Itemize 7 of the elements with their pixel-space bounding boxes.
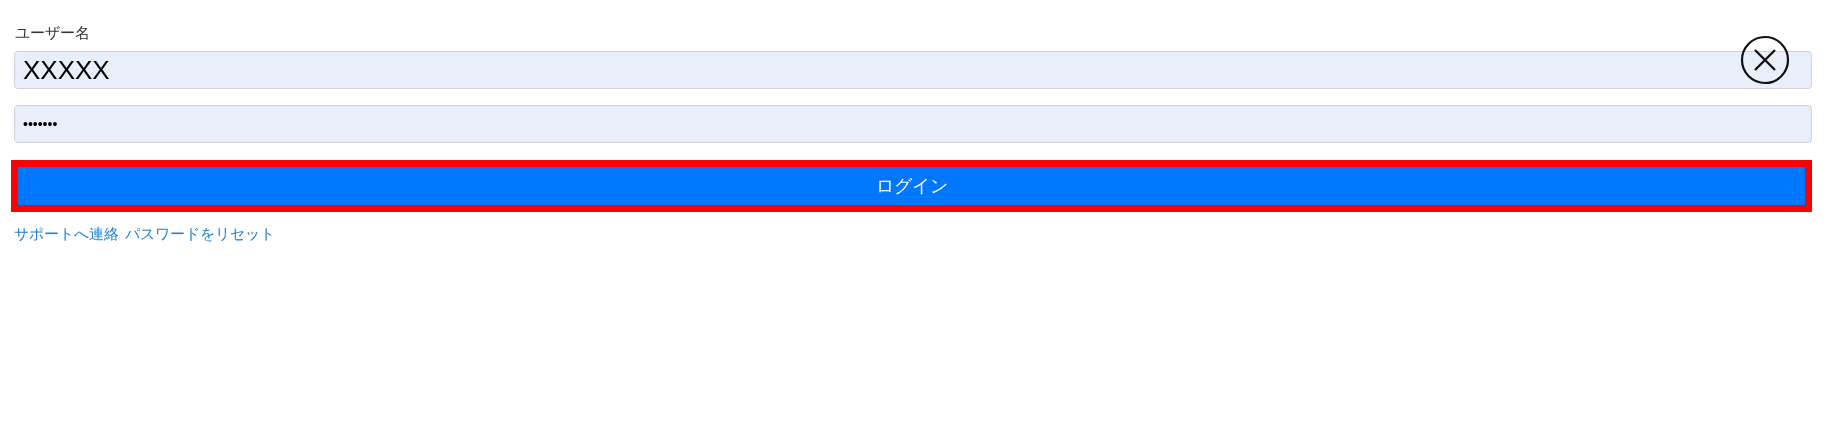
password-field[interactable]: ••••••• — [14, 105, 1812, 143]
field-label: ユーザー名 — [15, 24, 91, 43]
login-button[interactable]: ログイン — [11, 160, 1812, 212]
link[interactable]: サポートへ連絡 — [14, 225, 119, 244]
username-field[interactable]: XXXXX — [14, 51, 1812, 89]
link[interactable]: パスワードをリセット — [125, 225, 275, 244]
close-icon[interactable] — [1740, 35, 1790, 85]
